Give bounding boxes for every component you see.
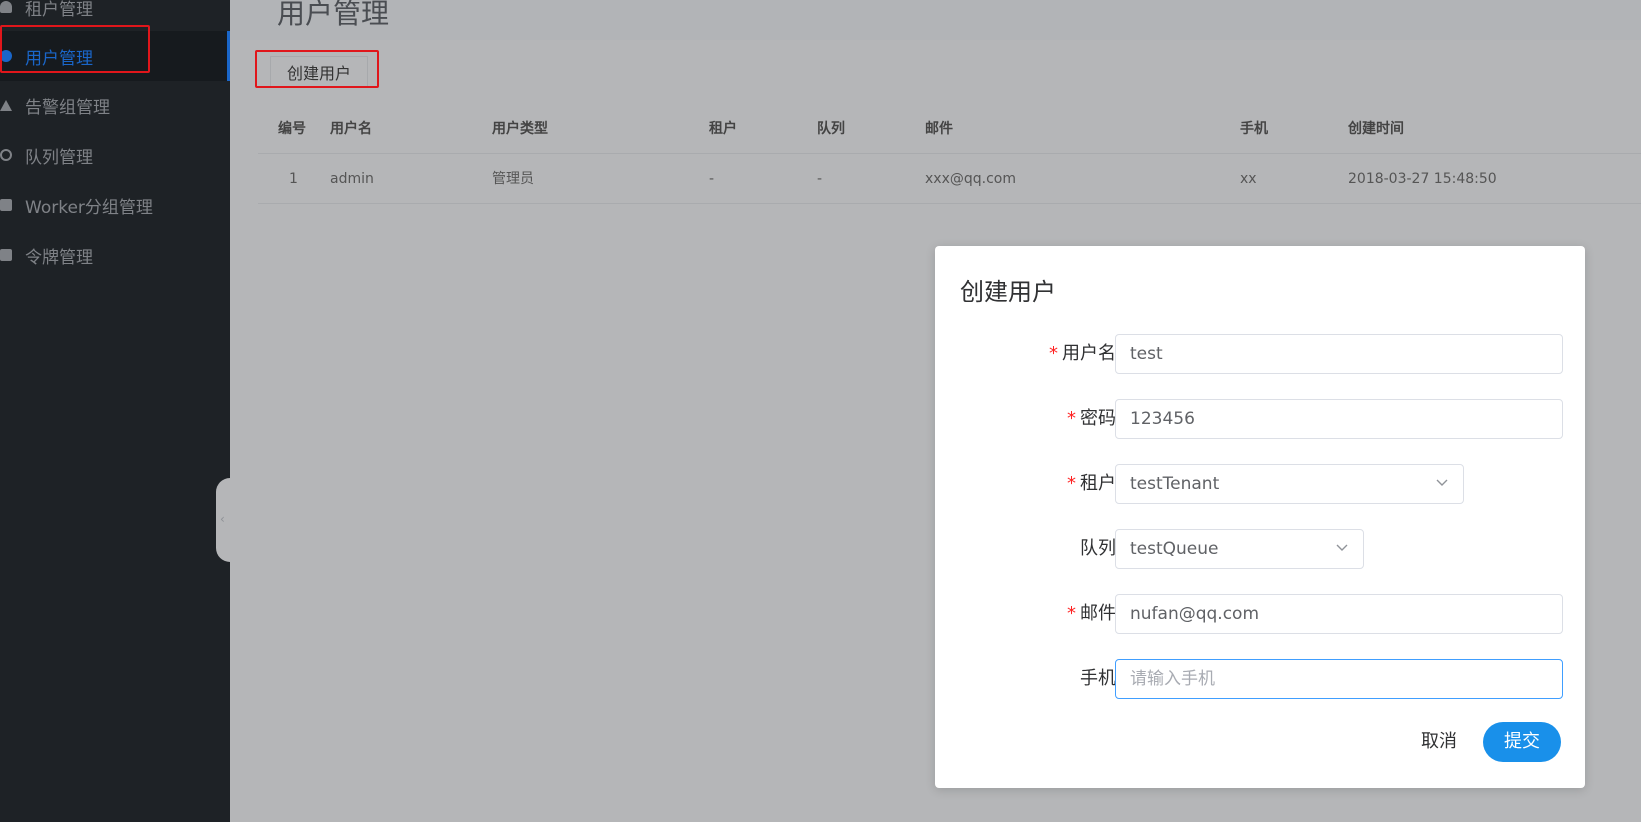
tenant-label-text: 租户 [1080, 473, 1116, 494]
table-cell-username: admin [330, 171, 374, 187]
queue-label-text: 队列 [1080, 538, 1116, 559]
sidebar-item-alert-group-management[interactable]: 告警组管理 [0, 80, 230, 130]
required-star: * [1067, 408, 1076, 429]
sidebar-item-label: 令牌管理 [25, 247, 93, 268]
sidebar-item-tenant-management[interactable]: 租户管理 [0, 0, 230, 32]
table-header: 编号 用户名 用户类型 租户 队列 邮件 手机 创建时间 [258, 104, 1641, 154]
password-value: 123456 [1130, 409, 1195, 429]
column-header-username: 用户名 [330, 121, 372, 137]
recycle-icon [0, 149, 12, 161]
sidebar-item-user-management[interactable]: 用户管理 [0, 31, 230, 81]
dialog-title: 创建用户 [960, 278, 1056, 306]
username-label: * 用户名 [1049, 334, 1116, 374]
page-header [230, 0, 1641, 40]
column-header-created-time: 创建时间 [1348, 121, 1404, 137]
queue-select[interactable]: testQueue [1115, 529, 1364, 569]
sidebar-item-label: 用户管理 [25, 48, 93, 69]
required-star: * [1049, 343, 1058, 364]
table-cell-created-time: 2018-03-27 15:48:50 [1348, 171, 1497, 187]
phone-label: 手机 [1080, 659, 1116, 699]
submit-button[interactable]: 提交 [1483, 722, 1561, 762]
page-title: 用户管理 [277, 0, 390, 30]
create-user-button[interactable]: 创建用户 [270, 56, 369, 88]
table-cell-id: 1 [289, 171, 298, 187]
form-row-phone: 手机 请输入手机 [935, 659, 1585, 699]
email-label-text: 邮件 [1080, 603, 1116, 624]
user-icon [0, 1, 12, 13]
cancel-button[interactable]: 取消 [1411, 722, 1467, 762]
tenant-select[interactable]: testTenant [1115, 464, 1464, 504]
sidebar-item-label: Worker分组管理 [25, 197, 153, 218]
username-input[interactable]: test [1115, 334, 1563, 374]
table-cell-email: xxx@qq.com [925, 171, 1016, 187]
sidebar-item-label: 告警组管理 [25, 97, 110, 118]
warning-triangle-icon [0, 99, 12, 111]
badge-icon [0, 199, 12, 211]
sidebar-item-queue-management[interactable]: 队列管理 [0, 130, 230, 180]
password-input[interactable]: 123456 [1115, 399, 1563, 439]
required-star: * [1067, 473, 1076, 494]
email-input[interactable]: nufan@qq.com [1115, 594, 1563, 634]
column-header-email: 邮件 [925, 121, 953, 137]
chevron-left-icon: ‹ [220, 512, 225, 526]
queue-value: testQueue [1130, 539, 1219, 559]
user-circle-icon [0, 50, 12, 62]
column-header-id: 编号 [278, 121, 306, 137]
sidebar-item-label: 租户管理 [25, 0, 93, 20]
sidebar-collapse-handle[interactable]: ‹ [216, 478, 232, 562]
table-cell-tenant: - [709, 171, 715, 187]
phone-placeholder: 请输入手机 [1130, 669, 1215, 689]
card-icon [0, 249, 12, 261]
user-table: 编号 用户名 用户类型 租户 队列 邮件 手机 创建时间 1 admin 管理员… [258, 104, 1641, 204]
form-row-tenant: * 租户 testTenant [935, 464, 1585, 504]
sidebar-item-token-management[interactable]: 令牌管理 [0, 230, 230, 280]
queue-label: 队列 [1080, 529, 1116, 569]
table-row[interactable]: 1 admin 管理员 - - xxx@qq.com xx 2018-03-27… [258, 154, 1641, 204]
phone-input[interactable]: 请输入手机 [1115, 659, 1563, 699]
chevron-down-icon [1336, 544, 1348, 551]
create-user-dialog: 创建用户 * 用户名 test * 密码 123456 * 租户 testTenant… [935, 246, 1585, 788]
sidebar-item-worker-group-management[interactable]: Worker分组管理 [0, 180, 230, 230]
email-label: * 邮件 [1067, 594, 1116, 634]
form-row-password: * 密码 123456 [935, 399, 1585, 439]
username-label-text: 用户名 [1062, 343, 1116, 364]
password-label: * 密码 [1067, 399, 1116, 439]
phone-label-text: 手机 [1080, 668, 1116, 689]
tenant-label: * 租户 [1067, 464, 1116, 504]
tenant-value: testTenant [1130, 474, 1220, 494]
column-header-queue: 队列 [817, 121, 845, 137]
table-cell-user-type: 管理员 [492, 171, 534, 187]
password-label-text: 密码 [1080, 408, 1116, 429]
email-value: nufan@qq.com [1130, 604, 1260, 624]
username-value: test [1130, 344, 1163, 364]
form-row-username: * 用户名 test [935, 334, 1585, 374]
form-row-email: * 邮件 nufan@qq.com [935, 594, 1585, 634]
sidebar-item-label: 队列管理 [25, 147, 93, 168]
required-star: * [1067, 603, 1076, 624]
table-cell-phone: xx [1240, 171, 1257, 187]
table-cell-queue: - [817, 171, 823, 187]
column-header-tenant: 租户 [709, 121, 737, 137]
sidebar: 租户管理 用户管理 告警组管理 队列管理 Worker分组管理 令牌管理 [0, 0, 230, 822]
chevron-down-icon [1436, 479, 1448, 486]
column-header-phone: 手机 [1240, 121, 1268, 137]
form-row-queue: 队列 testQueue [935, 529, 1585, 569]
column-header-user-type: 用户类型 [492, 121, 548, 137]
